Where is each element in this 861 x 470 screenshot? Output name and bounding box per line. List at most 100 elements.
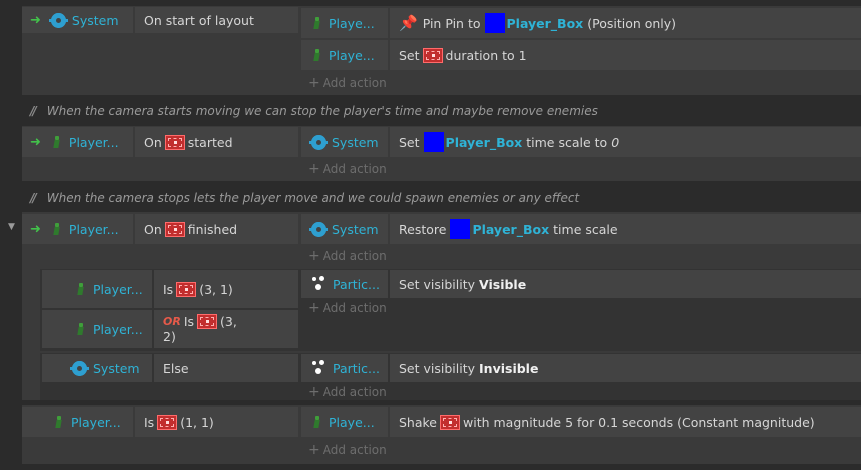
event-4-condition[interactable]: Is (1, 1) bbox=[135, 407, 298, 437]
event-1-condition[interactable]: On start of layout bbox=[135, 7, 298, 33]
subevent-1-condition-2[interactable]: OR Is (3, 2) bbox=[154, 310, 298, 348]
subevent-1-condition-2-object[interactable]: Player... bbox=[42, 310, 152, 348]
event-1-action-1[interactable]: 📌 Pin Pin to Player_Box (Position only) bbox=[390, 8, 861, 38]
condition-text: Is bbox=[144, 414, 155, 430]
plus-icon: + bbox=[308, 300, 320, 316]
action-target: Player_Box bbox=[506, 15, 584, 31]
add-action-button[interactable]: + Add action bbox=[308, 248, 387, 264]
add-action-button[interactable]: + Add action bbox=[308, 384, 387, 400]
action-text: Set visibility bbox=[399, 276, 476, 292]
collapse-toggle-icon[interactable]: ▼ bbox=[8, 222, 15, 232]
condition-object-name: Player... bbox=[93, 321, 143, 337]
event-1-condition-object[interactable]: ➜ System bbox=[22, 7, 133, 33]
player-box-icon bbox=[484, 13, 505, 33]
condition-object-name: System bbox=[71, 12, 119, 28]
event-2-condition[interactable]: On started bbox=[135, 127, 298, 157]
action-object-name: Playe... bbox=[329, 15, 375, 31]
comment-text: When the camera stops lets the player mo… bbox=[46, 191, 580, 205]
action-text: (Position only) bbox=[587, 15, 677, 31]
action-text: time scale to bbox=[526, 134, 608, 150]
event-1-condition-filler bbox=[22, 34, 298, 95]
player-sprite-icon bbox=[76, 282, 86, 296]
event-4-condition-object[interactable]: Player... bbox=[22, 407, 133, 437]
event-1-action-2-object[interactable]: Playe... bbox=[301, 40, 388, 70]
trigger-arrow-icon: ➜ bbox=[30, 12, 41, 28]
trigger-arrow-icon: ➜ bbox=[30, 221, 41, 237]
trigger-arrow-icon: ➜ bbox=[30, 134, 41, 150]
event-4-action[interactable]: Shake with magnitude 5 for 0.1 seconds (… bbox=[390, 407, 861, 437]
event-2-action[interactable]: Set Player_Box time scale to 0 bbox=[390, 127, 861, 157]
event-3-action[interactable]: Restore Player_Box time scale bbox=[390, 214, 861, 244]
player-sprite-icon bbox=[312, 415, 322, 429]
action-object-name: System bbox=[332, 221, 379, 237]
event-3-action-object[interactable]: System bbox=[301, 214, 388, 244]
subevent-1-action[interactable]: Set visibility Visible bbox=[390, 270, 861, 298]
system-gear-icon bbox=[309, 134, 328, 150]
event-2-action-object[interactable]: System bbox=[301, 127, 388, 157]
event-4-action-object[interactable]: Playe... bbox=[301, 407, 388, 437]
subevent-2-condition-object[interactable]: System bbox=[42, 354, 152, 382]
comment-icon: // bbox=[30, 191, 37, 205]
action-object-name: Partic... bbox=[333, 360, 380, 376]
condition-text: On bbox=[144, 221, 162, 237]
comment-2[interactable]: // When the camera stops lets the player… bbox=[30, 190, 579, 206]
system-gear-icon bbox=[48, 12, 68, 28]
action-text: Set bbox=[399, 134, 420, 150]
player-box-icon bbox=[423, 132, 444, 152]
event-3-condition[interactable]: On finished bbox=[135, 214, 298, 244]
player-sprite-icon bbox=[312, 48, 322, 62]
condition-object-name: Player... bbox=[68, 221, 119, 237]
system-gear-icon bbox=[70, 360, 89, 376]
condition-text: Else bbox=[163, 360, 189, 376]
action-text: Pin Pin to bbox=[422, 15, 481, 31]
plus-icon: + bbox=[308, 161, 320, 177]
condition-object-name: Player... bbox=[93, 281, 143, 297]
plus-icon: + bbox=[308, 442, 320, 458]
subevent-1-condition-1[interactable]: Is (3, 1) bbox=[154, 270, 298, 308]
player-sprite-icon bbox=[54, 415, 64, 429]
action-value: Invisible bbox=[479, 360, 539, 376]
condition-object-name: Player... bbox=[71, 414, 121, 430]
particles-icon bbox=[311, 360, 327, 376]
action-object-name: Playe... bbox=[329, 414, 375, 430]
subevent-1-action-object[interactable]: Partic... bbox=[301, 270, 388, 298]
condition-text: (3, 1) bbox=[199, 281, 233, 297]
system-gear-icon bbox=[309, 221, 328, 237]
condition-line: OR Is (3, bbox=[163, 314, 237, 329]
snapto-behavior-icon bbox=[164, 134, 185, 150]
add-action-button[interactable]: + Add action bbox=[308, 300, 387, 316]
subevent-2-action[interactable]: Set visibility Invisible bbox=[390, 354, 861, 382]
subevent-2-action-object[interactable]: Partic... bbox=[301, 354, 388, 382]
condition-text: (1, 1) bbox=[180, 414, 214, 430]
add-action-button[interactable]: + Add action bbox=[308, 75, 387, 91]
event-2-condition-object[interactable]: ➜ Player... bbox=[22, 127, 133, 157]
subevent-2-condition[interactable]: Else bbox=[154, 354, 298, 382]
or-keyword: OR bbox=[163, 315, 181, 328]
add-action-button[interactable]: + Add action bbox=[308, 442, 387, 458]
plus-icon: + bbox=[308, 248, 320, 264]
action-object-name: Partic... bbox=[333, 276, 380, 292]
player-sprite-icon bbox=[312, 16, 322, 30]
event-1-action-2[interactable]: Set duration to 1 bbox=[390, 40, 861, 70]
action-text: Set visibility bbox=[399, 360, 476, 376]
condition-text: finished bbox=[187, 221, 238, 237]
comment-1[interactable]: // When the camera starts moving we can … bbox=[30, 103, 598, 119]
comment-text: When the camera starts moving we can sto… bbox=[46, 104, 598, 118]
action-text: duration to 1 bbox=[445, 47, 527, 63]
action-text: with magnitude 5 for 0.1 seconds (Consta… bbox=[463, 414, 815, 430]
player-sprite-icon bbox=[52, 222, 62, 236]
add-action-button[interactable]: + Add action bbox=[308, 161, 387, 177]
particles-icon bbox=[311, 276, 327, 292]
condition-object-name: Player... bbox=[68, 134, 119, 150]
plus-icon: + bbox=[308, 75, 320, 91]
event-1-action-1-object[interactable]: Playe... bbox=[301, 8, 388, 38]
subevent-1-condition-1-object[interactable]: Player... bbox=[42, 270, 152, 308]
snapto-behavior-icon bbox=[197, 314, 218, 329]
event-3-condition-object[interactable]: ➜ Player... bbox=[22, 214, 133, 244]
condition-text: On start of layout bbox=[144, 12, 254, 28]
condition-text: On bbox=[144, 134, 162, 150]
condition-text: Is bbox=[183, 314, 195, 329]
action-text: Shake bbox=[399, 414, 438, 430]
snapto-behavior-icon bbox=[176, 281, 197, 297]
condition-text: 2) bbox=[163, 329, 176, 344]
